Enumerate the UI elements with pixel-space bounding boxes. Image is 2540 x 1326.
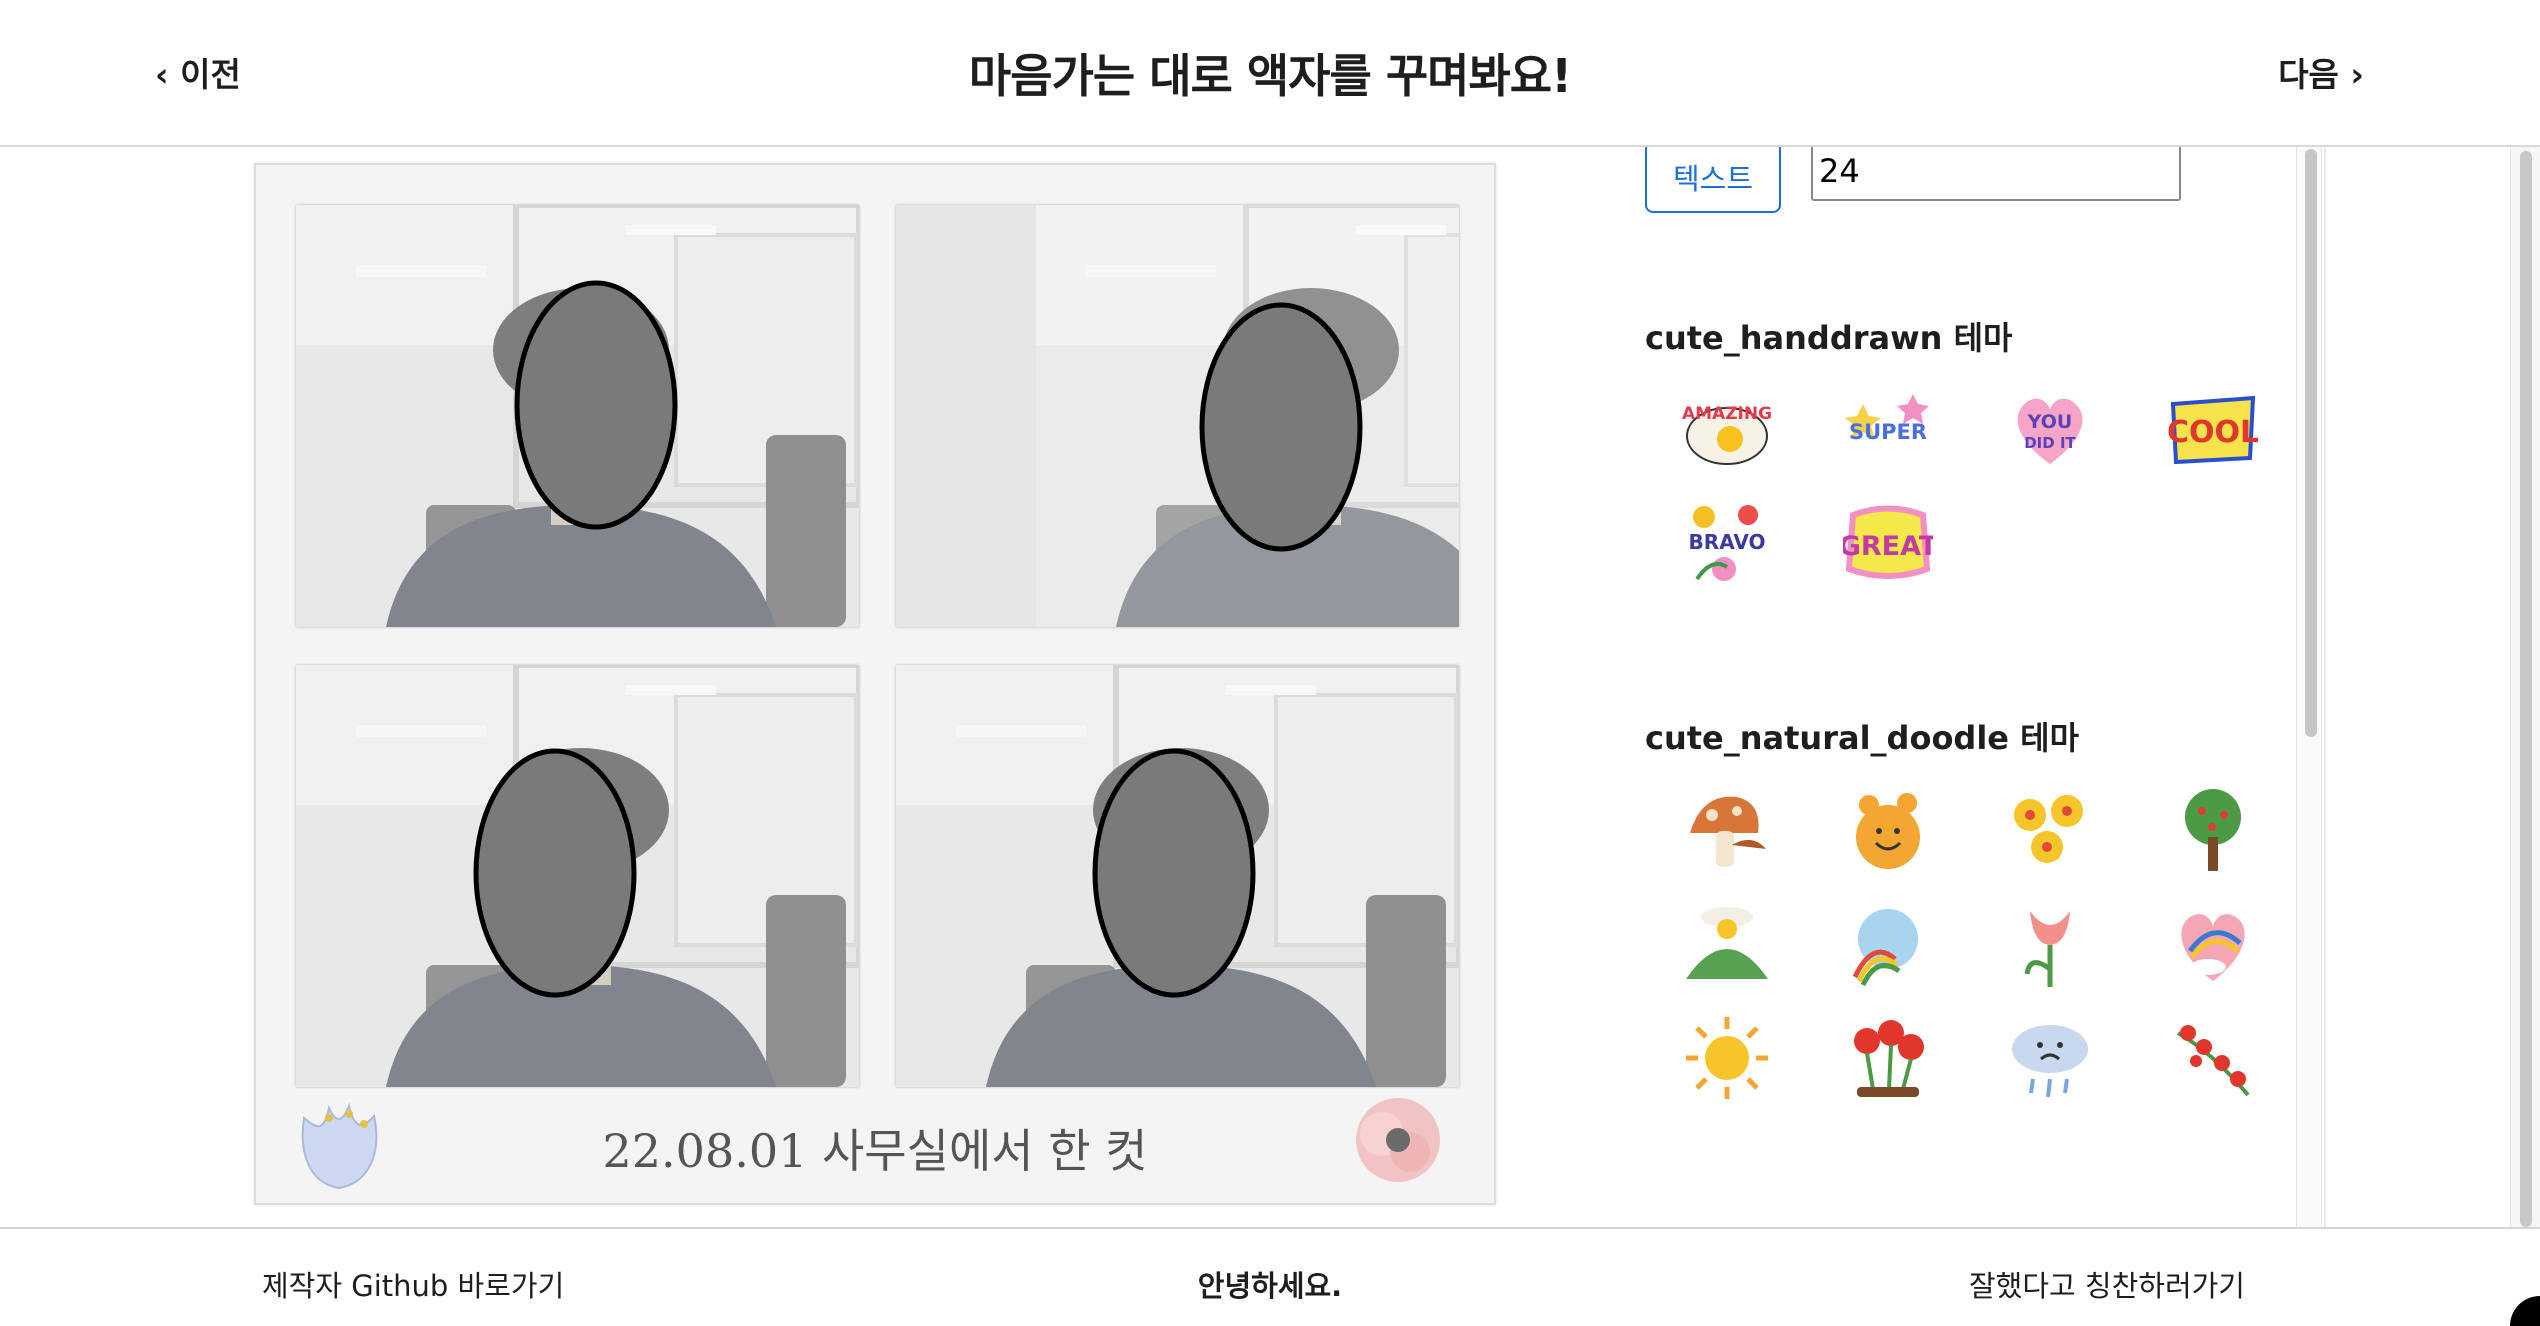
- sticker-cool[interactable]: COOL: [2168, 384, 2258, 474]
- panel-divider: [2324, 147, 2326, 1227]
- face-mask: [1199, 302, 1363, 552]
- frame-caption[interactable]: 22.08.01 사무실에서 한 컷: [256, 1115, 1494, 1181]
- panel-scrollbar[interactable]: [2296, 147, 2322, 1227]
- face-mask: [1092, 748, 1256, 998]
- sticker-flowers[interactable]: [2005, 785, 2095, 875]
- sticker-rainbow-cloud[interactable]: [1843, 899, 1933, 989]
- theme-title-natural-doodle: cute_natural_doodle 테마: [1645, 719, 2080, 757]
- sticker-rainbow-heart[interactable]: [2168, 899, 2258, 989]
- sticker-mountain[interactable]: [1682, 899, 1772, 989]
- sticker-panel: 텍스트 cute_handdrawn 테마 AMAZING SUPER YOU …: [1600, 147, 2300, 1227]
- sticker-tree[interactable]: [2168, 785, 2258, 875]
- sticker-you-did-it[interactable]: YOU DID IT: [2005, 384, 2095, 474]
- page-title: 마음가는 대로 액자를 꾸며봐요!: [968, 49, 1572, 103]
- theme-title-handdrawn: cute_handdrawn 테마: [1645, 319, 2013, 357]
- praise-link[interactable]: 잘했다고 칭찬하러가기: [1969, 1263, 2245, 1305]
- sticker-red-flowers[interactable]: [1843, 1013, 1933, 1103]
- svg-text:AMAZING: AMAZING: [1682, 404, 1772, 424]
- svg-text:DID IT: DID IT: [2024, 434, 2076, 452]
- sticker-sun[interactable]: [1682, 1013, 1772, 1103]
- page-scrollbar[interactable]: [2510, 147, 2540, 1227]
- footer-bar: 제작자 Github 바로가기 안녕하세요. 잘했다고 칭찬하러가기: [0, 1227, 2540, 1326]
- add-text-button[interactable]: 텍스트: [1645, 147, 1781, 213]
- sticker-sad-cloud[interactable]: [2005, 1013, 2095, 1103]
- sticker-orange-smile[interactable]: [1843, 785, 1933, 875]
- svg-text:YOU: YOU: [2027, 411, 2073, 433]
- sticker-mushroom[interactable]: [1682, 785, 1772, 875]
- face-mask: [514, 280, 678, 530]
- photo-slot-4[interactable]: [896, 665, 1459, 1087]
- face-mask: [473, 748, 637, 998]
- sticker-amazing[interactable]: AMAZING: [1682, 384, 1772, 474]
- panel-scrollbar-thumb[interactable]: [2305, 149, 2317, 737]
- photo-frame: 22.08.01 사무실에서 한 컷: [254, 163, 1496, 1205]
- font-size-input[interactable]: [1811, 147, 2181, 201]
- sticker-bravo[interactable]: BRAVO: [1682, 497, 1772, 587]
- sticker-tulip[interactable]: [2005, 899, 2095, 989]
- sticker-great[interactable]: GREAT: [1843, 497, 1933, 587]
- svg-text:GREAT: GREAT: [1843, 531, 1933, 562]
- header-bar: ‹ 이전 마음가는 대로 액자를 꾸며봐요! 다음 ›: [0, 0, 2540, 147]
- next-button[interactable]: 다음 ›: [2278, 48, 2364, 96]
- svg-text:COOL: COOL: [2168, 415, 2258, 450]
- svg-text:SUPER: SUPER: [1849, 420, 1927, 444]
- photo-slot-2[interactable]: [896, 205, 1459, 627]
- sticker-berries[interactable]: [2168, 1013, 2258, 1103]
- photo-slot-3[interactable]: [296, 665, 859, 1087]
- photo-slot-1[interactable]: [296, 205, 859, 627]
- svg-text:BRAVO: BRAVO: [1689, 530, 1766, 554]
- page-scrollbar-thumb[interactable]: [2520, 151, 2532, 1227]
- sticker-super[interactable]: SUPER: [1843, 384, 1933, 474]
